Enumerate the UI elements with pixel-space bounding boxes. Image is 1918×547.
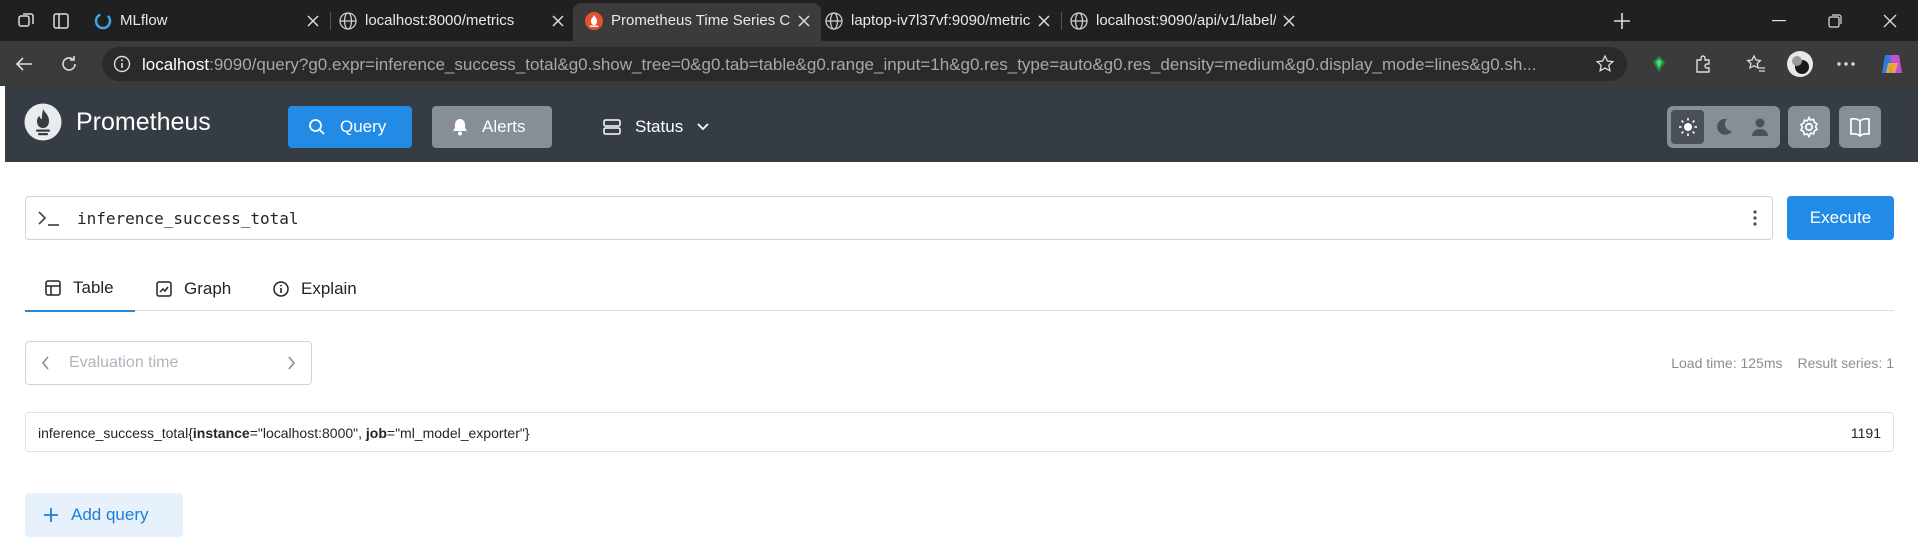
nav-status-dropdown[interactable]: Status <box>583 106 709 148</box>
tab-explain-label: Explain <box>301 278 357 298</box>
url-text[interactable]: localhost:9090/query?g0.expr=inference_s… <box>142 55 1572 75</box>
metric-name: inference_success_total <box>38 425 189 441</box>
browser-tab-strip: MLflow localhost:8000/metrics Prometheus… <box>0 0 1918 41</box>
tab-title: laptop-iv7l37vf:9090/metrics <box>851 12 1031 29</box>
tab-graph[interactable]: Graph <box>156 266 231 311</box>
moon-icon[interactable] <box>1707 110 1740 144</box>
browser-tab-api-label[interactable]: localhost:9090/api/v1/label/__name <box>1058 0 1306 41</box>
chevron-right-icon[interactable] <box>287 356 296 370</box>
server-icon <box>603 119 621 135</box>
workspaces-icon[interactable] <box>13 8 39 34</box>
series-label: inference_success_total{instance="localh… <box>38 425 530 441</box>
brand[interactable]: Prometheus <box>24 103 211 141</box>
info-icon <box>273 280 289 297</box>
result-series-count: Result series: 1 <box>1797 355 1894 371</box>
chart-icon <box>156 280 172 297</box>
add-query-button[interactable]: Add query <box>25 493 183 537</box>
globe-icon <box>1069 11 1089 31</box>
prometheus-logo-icon <box>24 103 62 141</box>
browser-tab-prometheus[interactable]: Prometheus Time Series Collection <box>573 3 821 41</box>
back-arrow-icon[interactable] <box>9 49 39 79</box>
expression-input[interactable]: inference_success_total <box>25 196 1773 240</box>
close-icon[interactable] <box>795 12 813 30</box>
user-icon[interactable] <box>1743 110 1776 144</box>
close-icon[interactable] <box>1035 12 1053 30</box>
mlflow-icon <box>93 11 113 31</box>
restore-icon[interactable] <box>1807 0 1863 41</box>
tab-title: localhost:8000/metrics <box>365 12 515 29</box>
expression-text[interactable]: inference_success_total <box>77 209 299 228</box>
book-icon[interactable] <box>1839 106 1881 148</box>
table-row: inference_success_total{instance="localh… <box>25 412 1894 452</box>
sun-icon[interactable] <box>1671 110 1704 144</box>
nav-alerts-label: Alerts <box>482 117 526 136</box>
label-close-brace: } <box>524 425 530 441</box>
url-rest: :9090/query?g0.expr=inference_success_to… <box>209 55 1537 74</box>
app-header: Prometheus Query Alerts Status <box>5 86 1918 162</box>
evaluation-time-placeholder[interactable]: Evaluation time <box>69 354 178 372</box>
globe-icon <box>338 11 358 31</box>
nav-alerts-button[interactable]: Alerts <box>432 106 552 148</box>
search-icon <box>308 118 326 136</box>
terminal-prompt-icon <box>37 208 61 228</box>
close-icon[interactable] <box>549 12 567 30</box>
extensions-puzzle-icon[interactable] <box>1688 49 1718 79</box>
browser-tab-mlflow[interactable]: MLflow <box>82 0 330 41</box>
close-window-icon[interactable] <box>1862 0 1918 41</box>
settings-gear-icon[interactable] <box>1788 106 1830 148</box>
globe-icon <box>824 11 844 31</box>
result-tabs: Table Graph Explain <box>25 266 1894 312</box>
load-time: Load time: 125ms <box>1671 355 1783 371</box>
tab-actions-icon[interactable] <box>48 8 74 34</box>
nav-status-label: Status <box>635 117 684 136</box>
site-info-icon[interactable] <box>113 55 131 73</box>
new-tab-icon[interactable] <box>1609 8 1635 34</box>
theme-toggle-group <box>1667 106 1780 148</box>
label-key-instance: instance <box>192 425 250 441</box>
url-host: localhost <box>142 55 210 74</box>
chevron-left-icon[interactable] <box>41 356 50 370</box>
avatar[interactable] <box>1785 49 1815 79</box>
prometheus-icon <box>584 11 604 31</box>
chevron-down-icon <box>697 123 709 131</box>
vertical-dots-icon[interactable] <box>1752 209 1758 227</box>
brand-name: Prometheus <box>76 107 211 136</box>
address-bar[interactable]: localhost:9090/query?g0.expr=inference_s… <box>102 47 1627 81</box>
browser-toolbar: localhost:9090/query?g0.expr=inference_s… <box>0 41 1918 86</box>
label-value-instance: ="localhost:8000", <box>249 425 366 441</box>
query-stats: Load time: 125ms Result series: 1 <box>1671 355 1894 371</box>
copilot-icon[interactable] <box>1877 49 1907 79</box>
bell-icon <box>452 118 468 136</box>
tab-table-label: Table <box>73 278 114 297</box>
extension-shield-icon[interactable] <box>1644 49 1674 79</box>
tab-title: localhost:9090/api/v1/label/__name <box>1096 12 1276 29</box>
tab-table[interactable]: Table <box>25 266 135 312</box>
close-icon[interactable] <box>304 12 322 30</box>
tab-title: Prometheus Time Series Collection <box>611 12 791 29</box>
series-value: 1191 <box>1850 425 1881 441</box>
add-query-label: Add query <box>71 505 149 524</box>
plus-icon <box>43 507 59 523</box>
favorites-icon[interactable] <box>1741 49 1771 79</box>
tab-title: MLflow <box>120 12 168 29</box>
table-icon <box>45 280 61 296</box>
close-icon[interactable] <box>1280 12 1298 30</box>
minimize-icon[interactable] <box>1751 0 1807 41</box>
execute-button[interactable]: Execute <box>1787 196 1894 240</box>
label-key-job: job <box>365 425 387 441</box>
browser-tab-localhost-8000[interactable]: localhost:8000/metrics <box>327 0 575 41</box>
evaluation-time-picker[interactable]: Evaluation time <box>25 341 312 385</box>
tab-explain[interactable]: Explain <box>273 266 357 311</box>
nav-query-button[interactable]: Query <box>288 106 412 148</box>
nav-query-label: Query <box>340 117 387 136</box>
more-options-icon[interactable] <box>1831 49 1861 79</box>
browser-tab-laptop-metrics[interactable]: laptop-iv7l37vf:9090/metrics <box>813 0 1061 41</box>
label-value-job: ="ml_model_exporter" <box>386 425 525 441</box>
refresh-icon[interactable] <box>54 49 84 79</box>
tab-graph-label: Graph <box>184 278 232 298</box>
favorite-star-icon[interactable] <box>1595 54 1615 74</box>
